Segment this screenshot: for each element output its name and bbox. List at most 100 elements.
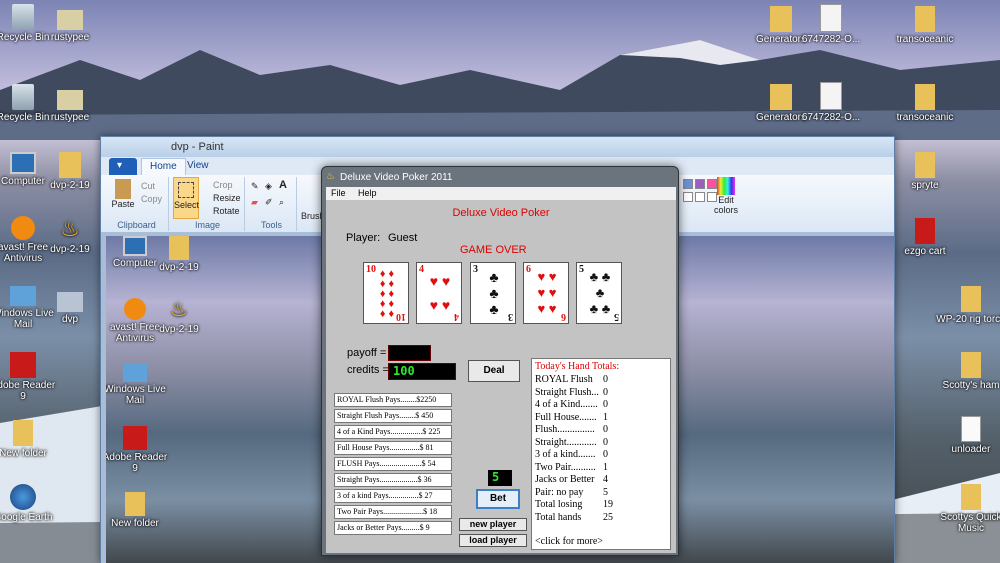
select-button[interactable]: Select: [173, 177, 199, 219]
palette-swatch[interactable]: [695, 192, 705, 202]
total-name: Straight Flush...: [535, 386, 599, 398]
computer-icon: [10, 152, 36, 174]
select-label: Select: [174, 200, 200, 210]
desktop-icon-unloader[interactable]: unloader: [936, 416, 1000, 455]
document-icon: [961, 416, 981, 442]
desktop-icon-spryte[interactable]: spryte: [890, 152, 960, 191]
icon-label: WP-20 rig torch: [936, 314, 1000, 325]
total-name: Total losing: [535, 499, 583, 510]
card-rank-bottom: 10: [396, 311, 406, 322]
card-1[interactable]: 10 ♦ ♦ ♦ ♦ ♦ ♦ ♦ ♦ ♦ ♦ 10: [363, 262, 409, 324]
rotate-button[interactable]: Rotate: [213, 206, 240, 216]
game-status: GAME OVER: [460, 244, 527, 256]
card-rank-bottom: 6: [561, 311, 566, 322]
desktop-icon-transoceanic[interactable]: transoceanic: [890, 6, 960, 45]
total-row: 3 of a kind....... 0: [535, 449, 667, 462]
hand-totals-header: Today's Hand Totals:: [535, 361, 620, 372]
google-earth-icon: [10, 484, 36, 510]
icon-label: rustypee: [50, 32, 90, 43]
desktop-icon-adobe-reader[interactable]: Adobe Reader 9: [0, 352, 58, 402]
text-icon[interactable]: A: [279, 179, 287, 191]
folder-icon: [169, 236, 189, 260]
desktop-icon-rustypee[interactable]: rustypee: [35, 90, 105, 123]
card-4[interactable]: 6 ♥ ♥ ♥ ♥ ♥ ♥ 6: [523, 262, 569, 324]
desktop-icon-scottys-ham[interactable]: Scotty's ham: [936, 352, 1000, 391]
hand-totals-panel[interactable]: Today's Hand Totals: ROYAL Flush 0 Straig…: [531, 358, 671, 550]
menu-help[interactable]: Help: [353, 187, 382, 199]
credits-label: credits =: [347, 364, 389, 376]
poker-body: Deluxe Video Poker Player: Guest GAME OV…: [326, 200, 676, 553]
card-rank: 5: [579, 264, 584, 275]
total-name: Two Pair..........: [535, 461, 596, 473]
desktop-icon-new-folder[interactable]: New folder: [0, 420, 58, 459]
image-file-icon: [57, 10, 83, 30]
clipboard-icon: [115, 179, 131, 199]
canvas-icon-new-folder: New folder: [106, 492, 170, 529]
desktop-icon-google-earth[interactable]: Google Earth: [0, 484, 58, 523]
cut-button[interactable]: Cut: [141, 181, 155, 191]
tools-group: ✎ ◈ A ▰ ✐ ⌕ Tools: [247, 177, 297, 231]
poker-titlebar[interactable]: ♨ Deluxe Video Poker 2011: [322, 167, 678, 187]
tab-view[interactable]: View: [179, 158, 217, 175]
poker-window[interactable]: ♨ Deluxe Video Poker 2011 File Help Delu…: [321, 166, 679, 556]
palette-swatch[interactable]: [683, 192, 693, 202]
icon-label: Scotty's ham: [942, 380, 1000, 391]
resize-button[interactable]: Resize: [213, 193, 241, 203]
total-row: Full House....... 1: [535, 412, 667, 425]
desktop-icon-pdf-file[interactable]: 6747282-O...: [796, 4, 866, 45]
palette-swatch[interactable]: [683, 179, 693, 189]
poker-window-title: Deluxe Video Poker 2011: [340, 172, 453, 183]
icon-label: Adobe Reader 9: [106, 452, 168, 474]
copy-button[interactable]: Copy: [141, 194, 162, 204]
pay-row: Straight Pays...................$ 36: [334, 473, 452, 487]
desktop-icon-dvp[interactable]: dvp: [35, 292, 105, 325]
edit-colors-button[interactable]: Edit colors: [711, 177, 741, 215]
desktop-icon-pdf-file[interactable]: 6747282-O...: [796, 82, 866, 123]
icon-label: ezgo cart: [904, 246, 946, 257]
icon-label: dvp-2-19: [159, 324, 199, 335]
desktop-icon-wp-20-rig-torch[interactable]: WP-20 rig torch: [936, 286, 1000, 325]
desktop-icon-ezgo-cart[interactable]: ezgo cart: [890, 218, 960, 257]
pay-row: ROYAL Flush Pays........$2250: [334, 393, 452, 407]
total-value: 19: [603, 499, 613, 510]
desktop-icon-rustypee[interactable]: rustypee: [35, 10, 105, 43]
folder-icon: [770, 84, 792, 110]
paste-button[interactable]: Paste: [111, 179, 135, 209]
icon-label: Adobe Reader 9: [0, 380, 56, 402]
folder-icon: [961, 286, 981, 312]
color-picker-icon[interactable]: ✐: [265, 197, 273, 208]
desktop-icon-dvp-2-19[interactable]: dvp-2-19: [35, 152, 105, 191]
card-5[interactable]: 5 ♣ ♣ ♣ ♣ ♣ 5: [576, 262, 622, 324]
icon-label: 6747282-O...: [801, 112, 861, 123]
total-value: 0: [603, 424, 608, 435]
fill-icon[interactable]: ◈: [265, 181, 272, 192]
player-name: Guest: [388, 232, 418, 244]
magnifier-icon[interactable]: ⌕: [279, 197, 284, 208]
bet-button[interactable]: Bet: [476, 489, 520, 509]
canvas-icon-live-mail: Windows Live Mail: [106, 364, 170, 406]
menu-file[interactable]: File: [326, 187, 351, 199]
palette-swatch[interactable]: [695, 179, 705, 189]
pencil-icon[interactable]: ✎: [251, 181, 259, 192]
card-3[interactable]: 3 ♣ ♣ ♣ 3: [470, 262, 516, 324]
paint-file-menu-button[interactable]: ▾: [109, 158, 137, 175]
total-value: 0: [603, 449, 608, 460]
folder-icon: [915, 6, 935, 32]
icon-label: New folder: [111, 518, 159, 529]
crop-button[interactable]: Crop: [213, 180, 233, 190]
pay-row: Full House Pays...............$ 81: [334, 441, 452, 455]
payoff-display: [388, 345, 431, 361]
new-player-button[interactable]: new player: [459, 518, 527, 531]
deal-button[interactable]: Deal: [468, 360, 520, 382]
paint-titlebar[interactable]: dvp - Paint: [101, 137, 894, 157]
icon-label: transoceanic: [896, 112, 954, 123]
pdf-file-icon: [820, 4, 842, 32]
canvas-icon-adobe: Adobe Reader 9: [106, 426, 170, 474]
desktop-icon-dvp-2-19-b[interactable]: ♨ dvp-2-19: [35, 216, 105, 255]
card-2[interactable]: 4 ♥ ♥ ♥ ♥ 4: [416, 262, 462, 324]
click-for-more-link[interactable]: <click for more>: [535, 536, 603, 547]
load-player-button[interactable]: load player: [459, 534, 527, 547]
desktop-icon-transoceanic[interactable]: transoceanic: [890, 84, 960, 123]
eraser-icon[interactable]: ▰: [251, 197, 258, 208]
desktop-icon-scottys-quick-music[interactable]: Scottys Quick Music: [936, 484, 1000, 534]
